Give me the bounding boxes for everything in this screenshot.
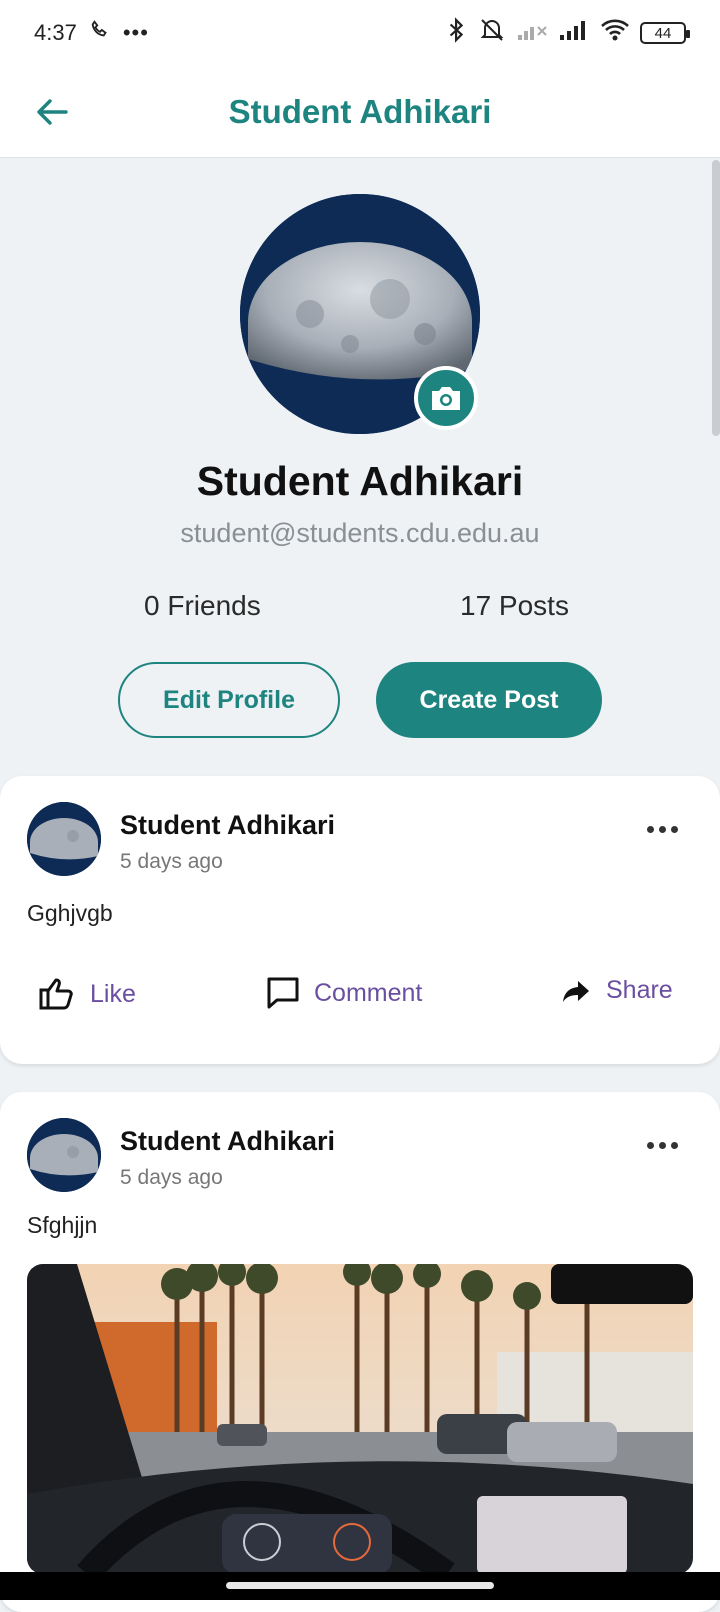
status-right: 44 — [446, 17, 690, 49]
share-label: Share — [606, 976, 673, 1004]
share-button[interactable]: Share — [560, 976, 673, 1005]
status-left: 4:37 ••• — [34, 19, 149, 47]
post-author-avatar[interactable] — [27, 802, 101, 876]
posts-count[interactable]: 17 Posts — [460, 590, 569, 622]
post-card: Student Adhikari 5 days ago Gghjvgb Like… — [0, 776, 720, 1064]
more-icon — [647, 826, 654, 833]
post-time: 5 days ago — [120, 850, 223, 873]
edit-profile-button[interactable]: Edit Profile — [118, 662, 340, 738]
like-button[interactable]: Like — [38, 976, 136, 1012]
signal-icon — [558, 19, 590, 47]
post-text: Sfghjjn — [27, 1212, 98, 1238]
page-title: Student Adhikari — [228, 92, 492, 130]
back-button[interactable] — [28, 88, 76, 136]
more-icon — [647, 1142, 654, 1149]
post-image[interactable] — [27, 1264, 693, 1574]
post-time: 5 days ago — [120, 1166, 223, 1189]
comment-label: Comment — [314, 978, 423, 1007]
post-more-button[interactable] — [647, 1142, 678, 1149]
profile-email: student@students.cdu.edu.au — [180, 518, 540, 548]
post-author-avatar[interactable] — [27, 1118, 101, 1192]
change-photo-button[interactable] — [414, 366, 478, 430]
home-handle[interactable] — [226, 1582, 494, 1589]
comment-icon — [267, 977, 299, 1009]
like-label: Like — [90, 979, 136, 1008]
post-author[interactable]: Student Adhikari — [120, 810, 335, 841]
profile-header: Student Adhikari student@students.cdu.ed… — [0, 158, 720, 770]
post-card: Student Adhikari 5 days ago Sfghjjn — [0, 1092, 720, 1612]
comment-button[interactable]: Comment — [266, 976, 422, 1010]
more-icon-dot — [659, 1142, 666, 1149]
post-author[interactable]: Student Adhikari — [120, 1126, 335, 1157]
system-nav-bar — [0, 1572, 720, 1600]
status-time: 4:37 — [34, 20, 77, 45]
more-icon-dot — [671, 826, 678, 833]
bluetooth-icon — [446, 17, 468, 49]
battery-level: 44 — [654, 24, 672, 42]
app-bar: Student Adhikari — [0, 66, 720, 158]
no-signal-icon — [516, 19, 548, 47]
profile-name: Student Adhikari — [196, 458, 524, 504]
more-icon-dot — [671, 1142, 678, 1149]
status-bar: 4:37 ••• 44 — [0, 0, 720, 66]
mute-icon — [478, 17, 506, 49]
battery-icon: 44 — [640, 22, 690, 44]
post-text: Gghjvgb — [27, 900, 113, 926]
thumb-up-icon — [39, 978, 73, 1010]
share-icon — [563, 980, 589, 1002]
create-post-button[interactable]: Create Post — [376, 662, 602, 738]
friends-count[interactable]: 0 Friends — [144, 590, 261, 622]
more-icon-dot — [659, 826, 666, 833]
wifi-calling-icon — [89, 19, 111, 47]
more-icon: ••• — [122, 20, 149, 45]
arrow-back-icon — [37, 99, 68, 125]
post-more-button[interactable] — [647, 826, 678, 833]
camera-icon — [432, 387, 460, 410]
wifi-icon — [600, 18, 630, 48]
